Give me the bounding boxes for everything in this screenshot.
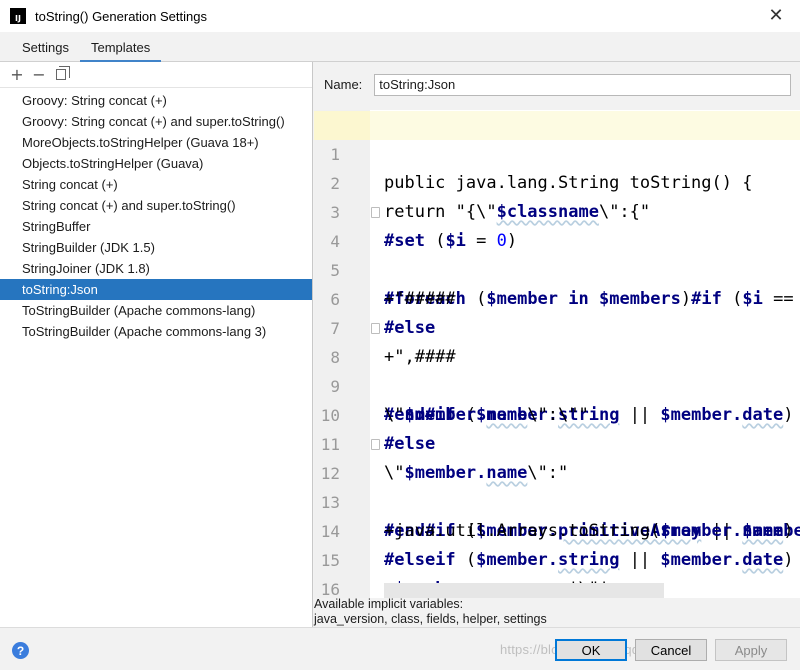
tab-templates[interactable]: Templates xyxy=(79,32,162,63)
window-title: toString() Generation Settings xyxy=(35,8,207,24)
code-line: 4 #foreach ($member in $members)#if ($i … xyxy=(314,198,800,309)
list-item[interactable]: Groovy: String concat (+) xyxy=(0,90,312,111)
hint-variables: java_version, class, fields, helper, set… xyxy=(314,612,547,626)
list-item[interactable]: StringJoiner (JDK 1.8) xyxy=(0,258,312,279)
code-line: 3 #set ($i = 0) xyxy=(314,169,800,251)
template-editor-pane: Name: 1 public java.lang.String toString… xyxy=(314,62,800,627)
close-icon[interactable]: ✕ xyxy=(766,5,786,26)
fold-marker-icon[interactable] xyxy=(371,323,380,334)
list-item[interactable]: Objects.toStringHelper (Guava) xyxy=(0,153,312,174)
name-row: Name: xyxy=(314,62,800,107)
code-line: 7 +",#### xyxy=(314,285,800,367)
code-line: 5 +"##### xyxy=(314,227,800,309)
title-bar: IJ toString() Generation Settings ✕ xyxy=(0,0,800,32)
implicit-variables-hint: Available implicit variables: java_versi… xyxy=(314,597,800,627)
code-line: 16 #else xyxy=(314,546,800,598)
code-line: 15 +$member.accessor+'\"' xyxy=(314,517,800,598)
code-line: 6 #else xyxy=(314,256,800,338)
help-icon[interactable]: ? xyxy=(12,642,29,659)
cancel-button[interactable]: Cancel xyxy=(635,639,707,661)
copy-icon xyxy=(56,66,70,80)
list-item[interactable]: StringBuffer xyxy=(0,216,312,237)
code-line: 14 #elseif ($member.string || $member.da… xyxy=(314,488,800,570)
fold-marker-icon[interactable] xyxy=(371,439,380,450)
fold-marker-icon[interactable] xyxy=(371,207,380,218)
code-editor[interactable]: 1 public java.lang.String toString() { 2… xyxy=(314,110,800,598)
code-line: 11 \"$member.name\":" xyxy=(314,401,800,483)
code-line: 1 public java.lang.String toString() { xyxy=(314,111,800,193)
template-list: Groovy: String concat (+) Groovy: String… xyxy=(0,88,312,342)
list-item[interactable]: ToStringBuilder (Apache commons-lang) xyxy=(0,300,312,321)
code-line: 9 \"$member.name\":\"" xyxy=(314,343,800,425)
dialog-button-bar: ? https://blog.csdn.net/qq_39524314 OK C… xyxy=(0,627,800,670)
apply-button[interactable]: Apply xyxy=(715,639,787,661)
code-line: 12 #end#if ($member.primitiveArray || $m… xyxy=(314,430,800,541)
list-item[interactable]: MoreObjects.toStringHelper (Guava 18+) xyxy=(0,132,312,153)
code-line: 13 +java.util.Arrays.toString($member.na… xyxy=(314,459,800,541)
list-item[interactable]: String concat (+) and super.toString() xyxy=(0,195,312,216)
copy-button[interactable] xyxy=(50,64,72,86)
list-item[interactable]: Groovy: String concat (+) and super.toSt… xyxy=(0,111,312,132)
template-toolbar: + − xyxy=(0,62,312,88)
code-line: 8 #end#if ($member.string || $member.dat… xyxy=(314,314,800,425)
tab-bar: Settings Templates xyxy=(0,32,800,63)
ok-button[interactable]: OK xyxy=(555,639,627,661)
code-line: 2 return "{\"$classname\":{" xyxy=(314,140,800,222)
tab-settings[interactable]: Settings xyxy=(0,32,80,62)
template-list-pane: + − Groovy: String concat (+) Groovy: St… xyxy=(0,62,313,627)
code-line: 10 #else xyxy=(314,372,800,454)
list-item[interactable]: String concat (+) xyxy=(0,174,312,195)
hint-title: Available implicit variables: xyxy=(314,597,464,611)
list-item[interactable]: ToStringBuilder (Apache commons-lang 3) xyxy=(0,321,312,342)
list-item-selected[interactable]: toString:Json xyxy=(0,279,312,300)
code-line: 17 +$member.accessor xyxy=(314,575,800,598)
list-item[interactable]: StringBuilder (JDK 1.5) xyxy=(0,237,312,258)
name-input[interactable] xyxy=(374,73,792,96)
name-label: Name: xyxy=(324,77,363,92)
add-icon[interactable]: + xyxy=(6,64,28,86)
remove-icon[interactable]: − xyxy=(28,64,50,86)
intellij-logo-icon: IJ xyxy=(10,8,26,24)
